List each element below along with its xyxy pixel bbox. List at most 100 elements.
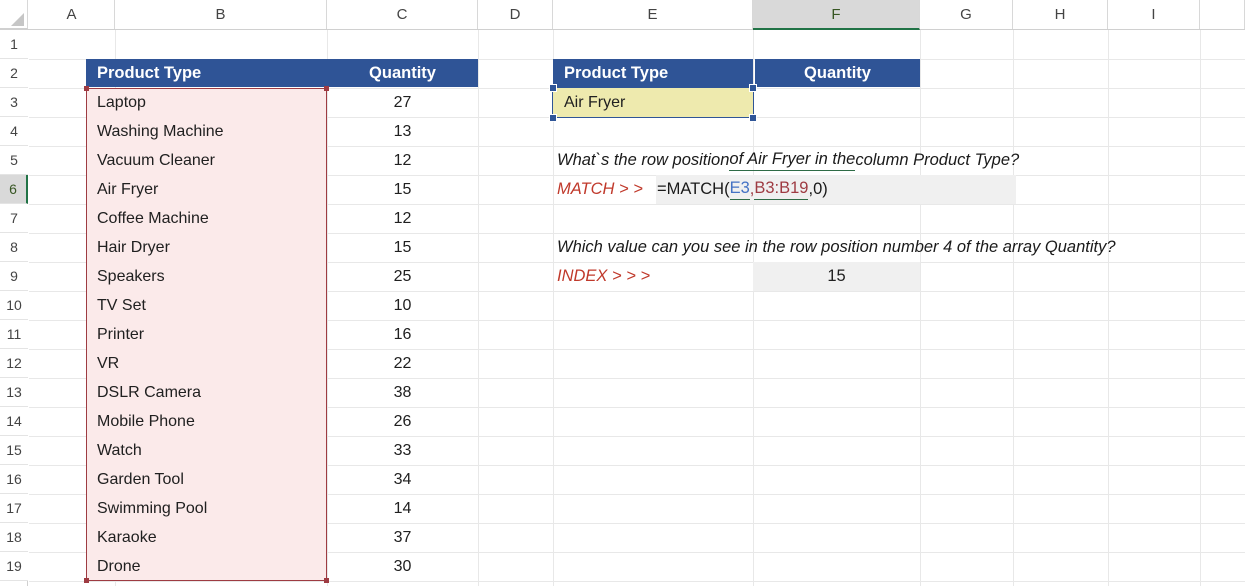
source-cell-product[interactable]: VR xyxy=(86,349,327,378)
row-header-2[interactable]: 2 xyxy=(0,59,28,88)
column-header-label: H xyxy=(1054,6,1066,23)
row-header-label: 11 xyxy=(6,326,22,342)
row-header-label: 3 xyxy=(10,94,18,110)
column-header-label: I xyxy=(1151,6,1156,23)
row-header-10[interactable]: 10 xyxy=(0,291,28,320)
row-header-19[interactable]: 19 xyxy=(0,552,28,581)
row-header-label: 8 xyxy=(10,239,18,255)
source-cell-product[interactable]: Swimming Pool xyxy=(86,494,327,523)
row-header-12[interactable]: 12 xyxy=(0,349,28,378)
lookup-result-cell-f3[interactable] xyxy=(755,88,920,117)
column-header-g[interactable]: G xyxy=(920,0,1013,29)
selection-handle-top-left[interactable] xyxy=(549,84,557,92)
column-header-i[interactable]: I xyxy=(1108,0,1200,29)
column-header-blank[interactable] xyxy=(1200,0,1245,29)
source-cell-quantity[interactable]: 10 xyxy=(327,291,478,320)
source-cell-product[interactable]: Mobile Phone xyxy=(86,407,327,436)
match-label: MATCH > > xyxy=(557,180,643,198)
row-header-8[interactable]: 8 xyxy=(0,233,28,262)
lookup-header-product-type: Product Type xyxy=(553,59,753,87)
source-cell-quantity[interactable]: 16 xyxy=(327,320,478,349)
selection-handle-top-right[interactable] xyxy=(749,84,757,92)
row-header-9[interactable]: 9 xyxy=(0,262,28,291)
row-header-14[interactable]: 14 xyxy=(0,407,28,436)
range-handle-bl xyxy=(84,578,89,583)
source-cell-product[interactable]: Washing Machine xyxy=(86,117,327,146)
source-cell-quantity[interactable]: 34 xyxy=(327,465,478,494)
source-cell-quantity[interactable]: 12 xyxy=(327,204,478,233)
gridline-vertical xyxy=(1200,30,1201,586)
row-header-16[interactable]: 16 xyxy=(0,465,28,494)
row-header-13[interactable]: 13 xyxy=(0,378,28,407)
row-header-1[interactable]: 1 xyxy=(0,30,28,59)
row-header-label: 6 xyxy=(9,181,17,197)
spreadsheet-canvas[interactable]: Product Type Quantity Laptop 27 Washing Mach… xyxy=(0,0,1245,586)
source-cell-quantity[interactable]: 13 xyxy=(327,117,478,146)
lookup-value-cell-e3[interactable]: Air Fryer xyxy=(553,88,753,117)
source-cell-product[interactable]: Printer xyxy=(86,320,327,349)
source-cell-product[interactable]: Air Fryer xyxy=(86,175,327,204)
range-handle-tr xyxy=(324,86,329,91)
source-cell-product[interactable]: Drone xyxy=(86,552,327,581)
source-cell-quantity[interactable]: 14 xyxy=(327,494,478,523)
selection-handle-bottom-right[interactable] xyxy=(749,114,757,122)
lookup-header-quantity: Quantity xyxy=(755,59,920,87)
source-cell-product[interactable]: DSLR Camera xyxy=(86,378,327,407)
source-cell-quantity[interactable]: 12 xyxy=(327,146,478,175)
match-question-text: What`s the row position of Air Fryer in … xyxy=(557,146,1019,175)
column-header-b[interactable]: B xyxy=(115,0,327,29)
row-header-label: 7 xyxy=(10,210,18,226)
row-header-11[interactable]: 11 xyxy=(0,320,28,349)
source-cell-quantity[interactable]: 15 xyxy=(327,175,478,204)
source-cell-product[interactable]: Vacuum Cleaner xyxy=(86,146,327,175)
column-header-f[interactable]: F xyxy=(753,0,920,30)
source-cell-product[interactable]: Watch xyxy=(86,436,327,465)
formula-suffix: ) xyxy=(822,180,828,198)
column-header-h[interactable]: H xyxy=(1013,0,1108,29)
row-header-6[interactable]: 6 xyxy=(0,175,28,204)
row-header-3[interactable]: 3 xyxy=(0,88,28,117)
column-header-a[interactable]: A xyxy=(29,0,115,29)
column-header-label: G xyxy=(960,6,972,23)
source-cell-quantity[interactable]: 25 xyxy=(327,262,478,291)
column-header-c[interactable]: C xyxy=(327,0,478,29)
column-header-d[interactable]: D xyxy=(478,0,553,29)
gridline-vertical xyxy=(1013,30,1014,586)
row-header-18[interactable]: 18 xyxy=(0,523,28,552)
row-header-label: 9 xyxy=(10,268,18,284)
formula-arg-match-type: 0 xyxy=(813,180,823,198)
row-header-7[interactable]: 7 xyxy=(0,204,28,233)
index-result-value[interactable]: 15 xyxy=(753,262,920,291)
gridline-horizontal xyxy=(29,581,1245,582)
selection-handle-bottom-left[interactable] xyxy=(549,114,557,122)
row-header-label: 12 xyxy=(6,355,22,371)
row-header-15[interactable]: 15 xyxy=(0,436,28,465)
source-cell-quantity[interactable]: 22 xyxy=(327,349,478,378)
column-header-strip: A B C D E F G H I xyxy=(0,0,1245,30)
source-cell-quantity[interactable]: 37 xyxy=(327,523,478,552)
match-question-part2: column Product Type? xyxy=(855,151,1020,169)
source-cell-product[interactable]: Garden Tool xyxy=(86,465,327,494)
source-cell-quantity[interactable]: 27 xyxy=(327,88,478,117)
row-header-5[interactable]: 5 xyxy=(0,146,28,175)
row-header-17[interactable]: 17 xyxy=(0,494,28,523)
source-cell-quantity[interactable]: 38 xyxy=(327,378,478,407)
row-header-4[interactable]: 4 xyxy=(0,117,28,146)
source-cell-product[interactable]: Speakers xyxy=(86,262,327,291)
range-handle-tl xyxy=(84,86,89,91)
index-label: INDEX > > > xyxy=(557,267,651,285)
source-cell-product[interactable]: Hair Dryer xyxy=(86,233,327,262)
source-cell-quantity[interactable]: 33 xyxy=(327,436,478,465)
source-cell-product[interactable]: TV Set xyxy=(86,291,327,320)
select-all-corner[interactable] xyxy=(0,0,28,29)
column-header-e[interactable]: E xyxy=(553,0,753,29)
column-header-label: E xyxy=(647,6,658,23)
source-cell-product[interactable]: Karaoke xyxy=(86,523,327,552)
source-cell-quantity[interactable]: 30 xyxy=(327,552,478,581)
source-cell-product[interactable]: Laptop xyxy=(86,88,327,117)
column-header-label: B xyxy=(215,6,226,23)
source-cell-quantity[interactable]: 26 xyxy=(327,407,478,436)
source-cell-product[interactable]: Coffee Machine xyxy=(86,204,327,233)
source-cell-quantity[interactable]: 15 xyxy=(327,233,478,262)
column-header-label: D xyxy=(509,6,521,23)
